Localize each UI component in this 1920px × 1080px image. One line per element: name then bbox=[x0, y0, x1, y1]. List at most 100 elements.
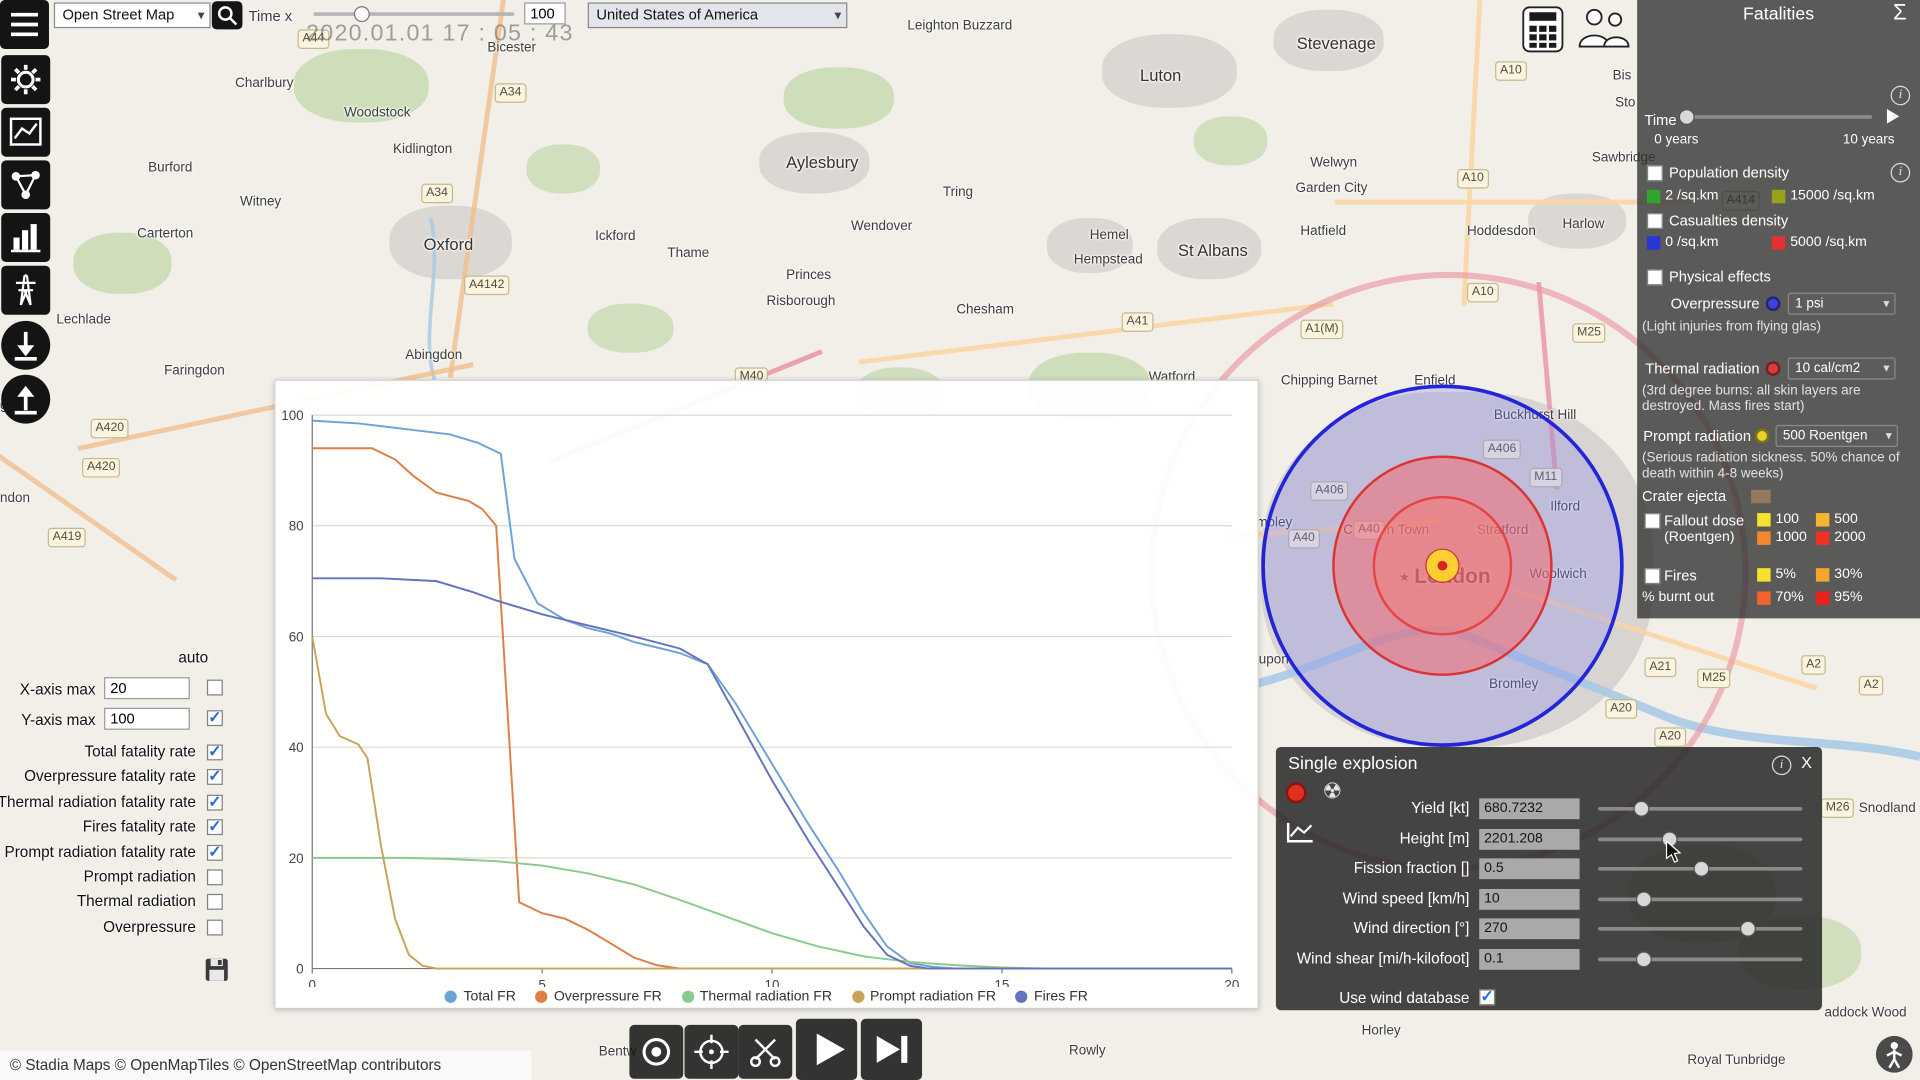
param-input-wind-speed-km-h-[interactable] bbox=[1479, 888, 1580, 910]
population-density-checkbox[interactable] bbox=[1646, 165, 1663, 182]
color-swatch bbox=[1771, 189, 1786, 203]
fires-checkbox[interactable] bbox=[1644, 568, 1661, 585]
param-slider-wind-direction-[interactable] bbox=[1597, 921, 1803, 938]
prompt-radiation-select[interactable]: 500 Roentgen bbox=[1775, 424, 1898, 447]
node-graph-button[interactable] bbox=[1, 160, 51, 210]
search-button[interactable] bbox=[211, 1, 243, 30]
thermal-radiation-select[interactable]: 10 cal/cm2 bbox=[1787, 357, 1896, 380]
country-select[interactable]: United States of America bbox=[587, 2, 848, 29]
accessibility-button[interactable] bbox=[1875, 1035, 1913, 1073]
toggle-checkbox-total-fatality-rate[interactable] bbox=[206, 742, 223, 762]
gear-icon bbox=[11, 64, 41, 95]
accessibility-icon bbox=[1886, 1042, 1903, 1069]
toggle-checkbox-thermal-radiation-fatality-rate[interactable] bbox=[206, 792, 223, 812]
param-slider-fission-fraction-[interactable] bbox=[1597, 861, 1803, 877]
road-badge-a419: A419 bbox=[47, 527, 87, 548]
toggle-checkbox-thermal-radiation[interactable] bbox=[206, 894, 223, 911]
color-swatch bbox=[1815, 590, 1830, 605]
settings-button[interactable] bbox=[1, 55, 51, 105]
slider-track[interactable] bbox=[1597, 897, 1803, 901]
population-icon[interactable] bbox=[1575, 5, 1634, 54]
crosshair-button[interactable] bbox=[684, 1024, 739, 1079]
chart-legend: Total FR Overpressure FR Thermal radiation… bbox=[276, 989, 1258, 1004]
hamburger-menu-icon bbox=[11, 12, 38, 37]
fires-scale-row1: 5% 30% bbox=[1757, 567, 1875, 582]
map-label-charlbury: Charlbury bbox=[235, 75, 294, 91]
legend-dot bbox=[1015, 990, 1028, 1003]
legend-item: Prompt radiation FR bbox=[851, 989, 996, 1004]
download-button[interactable] bbox=[1, 320, 51, 370]
param-input-height-m-[interactable] bbox=[1479, 828, 1580, 850]
casualties-density-checkbox[interactable] bbox=[1646, 213, 1663, 229]
x-axis-max-input[interactable] bbox=[104, 677, 190, 700]
toggle-checkbox-prompt-radiation[interactable] bbox=[206, 869, 223, 886]
slider-track[interactable] bbox=[1678, 115, 1873, 119]
toggle-checkbox-fires-fatality-rate[interactable] bbox=[206, 817, 223, 837]
close-button[interactable]: X bbox=[1801, 753, 1812, 771]
swatch-value: 95% bbox=[1834, 590, 1863, 605]
param-slider-wind-speed-km-h-[interactable] bbox=[1597, 891, 1803, 908]
slider-thumb[interactable] bbox=[1635, 951, 1652, 968]
y-axis-auto-checkbox[interactable] bbox=[206, 708, 223, 727]
save-chart-icon[interactable] bbox=[203, 956, 230, 983]
slider-track[interactable] bbox=[1597, 927, 1803, 932]
slider-track[interactable] bbox=[1597, 806, 1803, 811]
param-slider-height-m-[interactable] bbox=[1597, 830, 1803, 847]
wind-database-checkbox[interactable] bbox=[1479, 987, 1496, 1007]
bar-chart-button[interactable] bbox=[1, 213, 51, 263]
slider-track[interactable] bbox=[313, 12, 515, 16]
hamburger-menu-button[interactable] bbox=[0, 0, 49, 49]
param-input-wind-direction-[interactable] bbox=[1479, 918, 1580, 940]
sigma-icon[interactable]: Σ bbox=[1893, 0, 1907, 26]
mouse-cursor bbox=[1665, 840, 1682, 863]
chart-tool-button[interactable] bbox=[1, 107, 51, 157]
record-target-button[interactable] bbox=[629, 1024, 684, 1079]
legend-swatch-item: 2000 bbox=[1815, 530, 1875, 545]
color-swatch bbox=[1815, 530, 1830, 545]
toggle-checkbox-prompt-radiation-fatality-rate[interactable] bbox=[206, 842, 223, 862]
time-play-button[interactable] bbox=[1886, 108, 1900, 124]
toggle-checkbox-overpressure[interactable] bbox=[206, 919, 223, 936]
clip-tool-button[interactable] bbox=[738, 1024, 793, 1079]
slider-thumb[interactable] bbox=[354, 6, 371, 23]
slider-thumb[interactable] bbox=[1692, 861, 1709, 877]
power-grid-button[interactable] bbox=[1, 265, 51, 315]
legend-label: Overpressure FR bbox=[553, 989, 662, 1005]
road-badge-a20: A20 bbox=[1605, 699, 1637, 719]
play-button[interactable] bbox=[795, 1018, 858, 1080]
info-icon[interactable]: i bbox=[1771, 755, 1792, 776]
road-badge-a41: A41 bbox=[1121, 312, 1154, 332]
slider-thumb[interactable] bbox=[1633, 800, 1650, 817]
overpressure-select[interactable]: 1 psi bbox=[1787, 292, 1896, 315]
upload-button[interactable] bbox=[1, 374, 51, 424]
legend-swatch-item: 95% bbox=[1815, 590, 1875, 605]
info-icon[interactable]: i bbox=[1890, 85, 1911, 106]
thermal-radiation-swatch bbox=[1765, 361, 1781, 376]
y-axis-max-input[interactable] bbox=[104, 707, 190, 730]
fatalities-time-slider[interactable] bbox=[1678, 108, 1873, 125]
skip-button[interactable] bbox=[860, 1018, 923, 1080]
toggle-checkbox-overpressure-fatality-rate[interactable] bbox=[206, 767, 223, 787]
calculator-icon[interactable] bbox=[1521, 6, 1565, 53]
svg-text:15: 15 bbox=[994, 977, 1009, 987]
fallout-dose-checkbox[interactable] bbox=[1644, 513, 1661, 529]
param-slider-wind-shear-mi-h-kilofoot-[interactable] bbox=[1597, 951, 1803, 968]
road-badge-a21: A21 bbox=[1644, 657, 1677, 678]
physical-effects-checkbox[interactable] bbox=[1646, 269, 1663, 286]
map-style-select[interactable]: Open Street Map bbox=[53, 2, 211, 29]
x-axis-auto-checkbox[interactable] bbox=[206, 679, 223, 696]
param-input-wind-shear-mi-h-kilofoot-[interactable] bbox=[1479, 948, 1580, 970]
slider-track[interactable] bbox=[1597, 957, 1803, 962]
slider-thumb[interactable] bbox=[1635, 891, 1652, 908]
slider-thumb[interactable] bbox=[1679, 108, 1696, 125]
param-slider-yield-kt-[interactable] bbox=[1597, 800, 1803, 817]
param-input-fission-fraction-[interactable] bbox=[1479, 858, 1580, 880]
slider-thumb[interactable] bbox=[1739, 921, 1756, 938]
time-multiplier-slider[interactable] bbox=[313, 6, 515, 23]
info-icon[interactable]: i bbox=[1890, 162, 1911, 183]
slider-track[interactable] bbox=[1597, 837, 1803, 841]
road-badge-a10: A10 bbox=[1466, 282, 1499, 303]
map-label-royal-tunbridge: Royal Tunbridge bbox=[1687, 1053, 1786, 1068]
param-input-yield-kt-[interactable] bbox=[1479, 798, 1580, 820]
time-multiplier-input[interactable] bbox=[524, 2, 566, 25]
